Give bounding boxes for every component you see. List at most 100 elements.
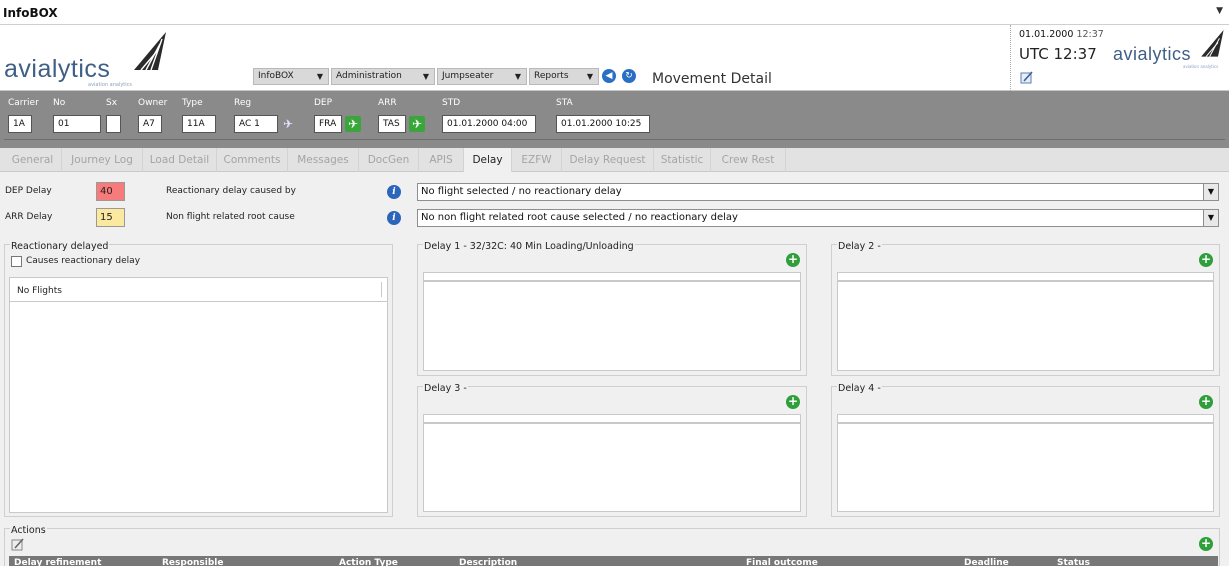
dep-field[interactable]: FRA — [314, 115, 342, 133]
logo-mark-icon — [1201, 30, 1224, 57]
flights-list[interactable] — [9, 277, 388, 513]
delay-list-header — [837, 414, 1214, 423]
delay-panel-4-title: Delay 4 - — [837, 383, 882, 394]
flights-list-header: No Flights — [9, 277, 388, 302]
add-icon[interactable]: + — [1199, 395, 1213, 409]
delay-list[interactable] — [423, 423, 801, 512]
sx-label: Sx — [106, 98, 118, 108]
delay-panel-1-title: Delay 1 - 32/32C: 40 Min Loading/Unloadi… — [423, 241, 635, 252]
tab-ezfw[interactable]: EZFW — [512, 148, 562, 172]
arrival-plane-icon[interactable]: ✈ — [409, 116, 425, 132]
info-icon[interactable]: i — [387, 185, 401, 199]
arr-delay-value: 15 — [96, 208, 125, 227]
tab-statistic[interactable]: Statistic — [654, 148, 711, 172]
delay-panel-3-title: Delay 3 - — [423, 383, 468, 394]
aircraft-icon[interactable]: ✈ — [283, 117, 299, 131]
divider — [4, 139, 1225, 140]
delay-list-header — [837, 272, 1214, 281]
tab-load-detail[interactable]: Load Detail — [143, 148, 217, 172]
arr-field[interactable]: TAS — [378, 115, 406, 133]
menu-jumpseater[interactable]: Jumpseater ▼ — [437, 68, 527, 85]
chevron-down-icon[interactable]: ▼ — [1203, 210, 1218, 226]
no-label: No — [53, 98, 66, 108]
root-cause-label: Non flight related root cause — [166, 212, 295, 222]
reactionary-panel-title: Reactionary delayed — [10, 241, 110, 252]
edit-icon[interactable] — [11, 538, 25, 551]
column-header[interactable]: Action Type — [339, 558, 398, 566]
arr-label: ARR — [378, 98, 397, 108]
delay-list[interactable] — [837, 423, 1214, 512]
reg-label: Reg — [234, 98, 252, 108]
logo-mark-icon — [134, 32, 166, 71]
window-title-bar: InfoBOX ▼ — [0, 0, 1229, 25]
tab-delay-request[interactable]: Delay Request — [562, 148, 654, 172]
tab-delay[interactable]: Delay — [464, 148, 512, 172]
refresh-icon[interactable]: ↻ — [622, 69, 636, 83]
dep-delay-value: 40 — [96, 182, 125, 201]
chevron-down-icon: ▼ — [586, 72, 593, 81]
delay-list-header — [423, 414, 801, 423]
add-icon[interactable]: + — [786, 253, 800, 267]
column-header[interactable]: Status — [1057, 558, 1090, 566]
type-field[interactable]: 11A — [182, 115, 216, 133]
carrier-field[interactable]: 1A — [8, 115, 32, 133]
column-header[interactable]: Description — [459, 558, 517, 566]
tab-journey-log[interactable]: Journey Log — [62, 148, 143, 172]
logo-subtitle: aviation analytics — [88, 82, 132, 88]
flight-no-field[interactable]: 01 — [53, 115, 101, 133]
add-icon[interactable]: + — [1199, 253, 1213, 267]
chevron-down-icon: ▼ — [514, 72, 521, 81]
column-header[interactable]: Responsible — [162, 558, 224, 566]
causes-reactionary-label: Causes reactionary delay — [26, 256, 141, 266]
chevron-down-icon[interactable]: ▼ — [1203, 184, 1218, 200]
owner-label: Owner — [138, 98, 168, 108]
causes-reactionary-checkbox[interactable] — [11, 256, 22, 267]
menu-reports[interactable]: Reports ▼ — [529, 68, 599, 85]
dep-delay-label: DEP Delay — [5, 186, 52, 196]
reactionary-select[interactable]: No flight selected / no reactionary dela… — [417, 183, 1219, 201]
chevron-down-icon[interactable]: ▼ — [1216, 6, 1223, 16]
std-field[interactable]: 01.01.2000 04:00 — [442, 115, 536, 133]
sta-field[interactable]: 01.01.2000 10:25 — [556, 115, 650, 133]
menu-administration[interactable]: Administration ▼ — [331, 68, 435, 85]
chevron-down-icon: ▼ — [316, 72, 323, 81]
tab-apis[interactable]: APIS — [419, 148, 464, 172]
column-header[interactable]: Final outcome — [746, 558, 818, 566]
std-label: STD — [442, 98, 461, 108]
delay-list[interactable] — [837, 281, 1214, 371]
utc-clock: UTC 12:37 — [1019, 45, 1097, 63]
add-icon[interactable]: + — [1199, 537, 1213, 551]
chevron-down-icon: ▼ — [422, 72, 429, 81]
actions-title: Actions — [10, 525, 47, 536]
back-arrow-icon[interactable]: ◀ — [602, 69, 616, 83]
logo-text: avialytics — [4, 55, 111, 83]
add-icon[interactable]: + — [786, 395, 800, 409]
departure-plane-icon[interactable]: ✈ — [345, 116, 361, 132]
arr-delay-label: ARR Delay — [5, 212, 53, 222]
tab-comments[interactable]: Comments — [217, 148, 288, 172]
root-cause-select[interactable]: No non flight related root cause selecte… — [417, 209, 1219, 227]
reg-field[interactable]: AC 1 — [234, 115, 278, 133]
logo-subtitle: aviation analytics — [1183, 64, 1219, 69]
tab-general[interactable]: General — [4, 148, 62, 172]
tab-crew-rest[interactable]: Crew Rest — [711, 148, 786, 172]
logo: avialytics aviation analytics — [4, 30, 169, 88]
column-header[interactable]: Deadline — [964, 558, 1009, 566]
reactionary-label: Reactionary delay caused by — [166, 186, 296, 196]
delay-list[interactable] — [423, 281, 801, 371]
sta-label: STA — [556, 98, 573, 108]
info-icon[interactable]: i — [387, 211, 401, 225]
no-flights-text: No Flights — [17, 286, 62, 296]
tab-messages[interactable]: Messages — [288, 148, 359, 172]
type-label: Type — [182, 98, 203, 108]
menu-infobox[interactable]: InfoBOX ▼ — [253, 68, 329, 85]
logo-text: avialytics — [1113, 44, 1192, 64]
edit-icon[interactable] — [1020, 71, 1034, 84]
page-title: Movement Detail — [652, 71, 772, 87]
header-date: 01.01.2000 12:37 — [1019, 29, 1104, 40]
tab-docgen[interactable]: DocGen — [359, 148, 419, 172]
owner-field[interactable]: A7 — [138, 115, 162, 133]
dep-label: DEP — [314, 98, 333, 108]
column-header[interactable]: Delay refinement — [14, 558, 101, 566]
sx-field[interactable] — [106, 115, 121, 133]
